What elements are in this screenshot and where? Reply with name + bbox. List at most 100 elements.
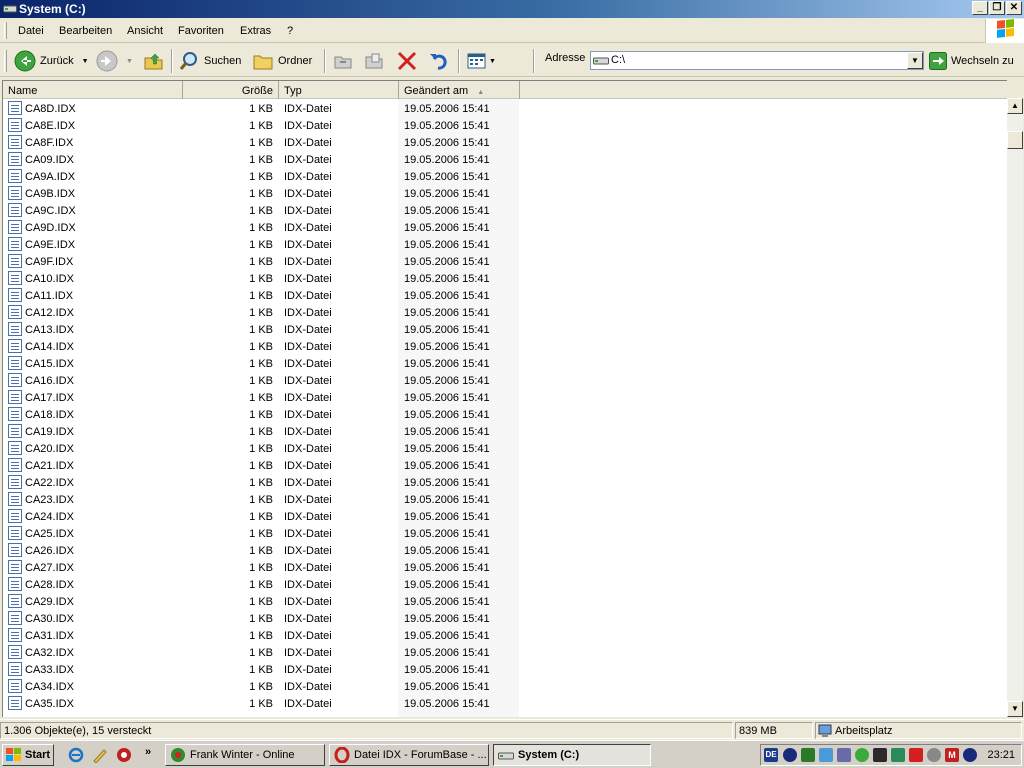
column-header-modified[interactable]: Geändert am ▲ <box>399 81 520 99</box>
copy-to-button[interactable] <box>363 48 385 74</box>
forward-dropdown-icon[interactable]: ▼ <box>126 58 133 65</box>
search-button[interactable]: Suchen <box>178 48 241 74</box>
file-row[interactable]: CA27.IDX 1 KB IDX-Datei 19.05.2006 15:41 <box>3 559 1007 576</box>
file-row[interactable]: CA16.IDX 1 KB IDX-Datei 19.05.2006 15:41 <box>3 372 1007 389</box>
tray-user-icon[interactable] <box>801 748 815 762</box>
quicklaunch-more-icon[interactable]: » <box>145 746 151 758</box>
file-row[interactable]: CA15.IDX 1 KB IDX-Datei 19.05.2006 15:41 <box>3 355 1007 372</box>
file-row[interactable]: CA32.IDX 1 KB IDX-Datei 19.05.2006 15:41 <box>3 644 1007 661</box>
task-system-c[interactable]: System (C:) <box>493 744 651 766</box>
file-row[interactable]: CA22.IDX 1 KB IDX-Datei 19.05.2006 15:41 <box>3 474 1007 491</box>
file-row[interactable]: CA33.IDX 1 KB IDX-Datei 19.05.2006 15:41 <box>3 661 1007 678</box>
column-header-type[interactable]: Typ <box>279 81 399 99</box>
file-row[interactable]: CA8F.IDX 1 KB IDX-Datei 19.05.2006 15:41 <box>3 134 1007 151</box>
column-header-size[interactable]: Größe <box>183 81 279 99</box>
scroll-up-button[interactable]: ▲ <box>1007 98 1023 114</box>
up-folder-button[interactable] <box>143 48 165 74</box>
forward-button[interactable]: ▼ <box>96 48 133 74</box>
internet-explorer-icon[interactable] <box>68 747 84 763</box>
file-row[interactable]: CA8E.IDX 1 KB IDX-Datei 19.05.2006 15:41 <box>3 117 1007 134</box>
views-button[interactable]: ▼ <box>466 48 496 74</box>
scroll-thumb[interactable] <box>1007 131 1023 149</box>
tray-sync-icon[interactable] <box>891 748 905 762</box>
file-row[interactable]: CA13.IDX 1 KB IDX-Datei 19.05.2006 15:41 <box>3 321 1007 338</box>
file-row[interactable]: CA30.IDX 1 KB IDX-Datei 19.05.2006 15:41 <box>3 610 1007 627</box>
back-dropdown-icon[interactable]: ▼ <box>82 58 89 65</box>
restore-button[interactable]: ❐ <box>989 1 1005 15</box>
file-row[interactable]: CA19.IDX 1 KB IDX-Datei 19.05.2006 15:41 <box>3 423 1007 440</box>
go-button[interactable]: Wechseln zu <box>929 48 1014 74</box>
tray-check-icon[interactable] <box>855 748 869 762</box>
file-row[interactable]: CA24.IDX 1 KB IDX-Datei 19.05.2006 15:41 <box>3 508 1007 525</box>
move-to-button[interactable] <box>332 48 354 74</box>
task-frank-winter[interactable]: Frank Winter - Online <box>165 744 325 766</box>
menu-extras[interactable]: Extras <box>240 25 271 37</box>
language-indicator[interactable]: DE <box>764 748 778 762</box>
file-row[interactable]: CA29.IDX 1 KB IDX-Datei 19.05.2006 15:41 <box>3 593 1007 610</box>
vertical-scrollbar[interactable]: ▲ ▼ <box>1007 98 1023 717</box>
file-row[interactable]: CA09.IDX 1 KB IDX-Datei 19.05.2006 15:41 <box>3 151 1007 168</box>
file-name: CA23.IDX <box>25 494 74 506</box>
tray-globe-icon[interactable] <box>783 748 797 762</box>
file-row[interactable]: CA21.IDX 1 KB IDX-Datei 19.05.2006 15:41 <box>3 457 1007 474</box>
address-input[interactable]: C:\ ▼ <box>590 51 924 70</box>
address-label: Adresse <box>545 52 586 64</box>
file-row[interactable]: CA14.IDX 1 KB IDX-Datei 19.05.2006 15:41 <box>3 338 1007 355</box>
file-row[interactable]: CA34.IDX 1 KB IDX-Datei 19.05.2006 15:41 <box>3 678 1007 695</box>
file-row[interactable]: CA9C.IDX 1 KB IDX-Datei 19.05.2006 15:41 <box>3 202 1007 219</box>
file-row[interactable]: CA20.IDX 1 KB IDX-Datei 19.05.2006 15:41 <box>3 440 1007 457</box>
file-row[interactable]: CA8D.IDX 1 KB IDX-Datei 19.05.2006 15:41 <box>3 100 1007 117</box>
file-row[interactable]: CA23.IDX 1 KB IDX-Datei 19.05.2006 15:41 <box>3 491 1007 508</box>
column-header-name[interactable]: Name <box>3 81 183 99</box>
quicklaunch-pencil-icon[interactable] <box>92 747 108 763</box>
idx-file-icon <box>8 594 22 608</box>
close-button[interactable]: ✕ <box>1006 1 1022 15</box>
file-row[interactable]: CA28.IDX 1 KB IDX-Datei 19.05.2006 15:41 <box>3 576 1007 593</box>
tray-disc-icon[interactable] <box>963 748 977 762</box>
file-modified: 19.05.2006 15:41 <box>404 375 490 387</box>
minimize-button[interactable]: _ <box>972 1 988 15</box>
file-row[interactable]: CA26.IDX 1 KB IDX-Datei 19.05.2006 15:41 <box>3 542 1007 559</box>
back-button[interactable]: Zurück ▼ <box>14 48 89 74</box>
file-row[interactable]: CA9D.IDX 1 KB IDX-Datei 19.05.2006 15:41 <box>3 219 1007 236</box>
menu-help[interactable]: ? <box>287 25 293 37</box>
file-row[interactable]: CA11.IDX 1 KB IDX-Datei 19.05.2006 15:41 <box>3 287 1007 304</box>
file-name: CA26.IDX <box>25 545 74 557</box>
scroll-down-button[interactable]: ▼ <box>1007 701 1023 717</box>
file-name: CA29.IDX <box>25 596 74 608</box>
menu-favoriten[interactable]: Favoriten <box>178 25 224 37</box>
file-row[interactable]: CA9A.IDX 1 KB IDX-Datei 19.05.2006 15:41 <box>3 168 1007 185</box>
start-button[interactable]: Start <box>2 744 54 766</box>
file-row[interactable]: CA17.IDX 1 KB IDX-Datei 19.05.2006 15:41 <box>3 389 1007 406</box>
folders-button[interactable]: Ordner <box>252 48 312 74</box>
address-dropdown-icon[interactable]: ▼ <box>907 52 923 69</box>
delete-button[interactable] <box>396 48 418 74</box>
tray-network-icon[interactable] <box>819 748 833 762</box>
menu-ansicht[interactable]: Ansicht <box>127 25 163 37</box>
file-row[interactable]: CA9B.IDX 1 KB IDX-Datei 19.05.2006 15:41 <box>3 185 1007 202</box>
idx-file-icon <box>8 356 22 370</box>
file-row[interactable]: CA31.IDX 1 KB IDX-Datei 19.05.2006 15:41 <box>3 627 1007 644</box>
tray-m-icon[interactable]: M <box>945 748 959 762</box>
tray-battery-icon[interactable] <box>873 748 887 762</box>
task-forumbase[interactable]: Datei IDX - ForumBase - ... <box>329 744 489 766</box>
file-size: 1 KB <box>249 171 273 183</box>
menu-datei[interactable]: Datei <box>18 25 44 37</box>
file-row[interactable]: CA9F.IDX 1 KB IDX-Datei 19.05.2006 15:41 <box>3 253 1007 270</box>
tray-antivirus-icon[interactable] <box>909 748 923 762</box>
file-row[interactable]: CA18.IDX 1 KB IDX-Datei 19.05.2006 15:41 <box>3 406 1007 423</box>
tray-device-icon[interactable] <box>837 748 851 762</box>
menu-bearbeiten[interactable]: Bearbeiten <box>59 25 112 37</box>
file-modified: 19.05.2006 15:41 <box>404 103 490 115</box>
file-row[interactable]: CA9E.IDX 1 KB IDX-Datei 19.05.2006 15:41 <box>3 236 1007 253</box>
undo-button[interactable] <box>428 48 450 74</box>
file-row[interactable]: CA12.IDX 1 KB IDX-Datei 19.05.2006 15:41 <box>3 304 1007 321</box>
status-objects: 1.306 Objekte(e), 15 versteckt <box>0 722 733 739</box>
views-dropdown-icon[interactable]: ▼ <box>489 58 496 65</box>
idx-file-icon <box>8 271 22 285</box>
file-row[interactable]: CA10.IDX 1 KB IDX-Datei 19.05.2006 15:41 <box>3 270 1007 287</box>
file-row[interactable]: CA25.IDX 1 KB IDX-Datei 19.05.2006 15:41 <box>3 525 1007 542</box>
file-row[interactable]: CA35.IDX 1 KB IDX-Datei 19.05.2006 15:41 <box>3 695 1007 712</box>
quicklaunch-media-icon[interactable] <box>116 747 132 763</box>
tray-shield-icon[interactable] <box>927 748 941 762</box>
